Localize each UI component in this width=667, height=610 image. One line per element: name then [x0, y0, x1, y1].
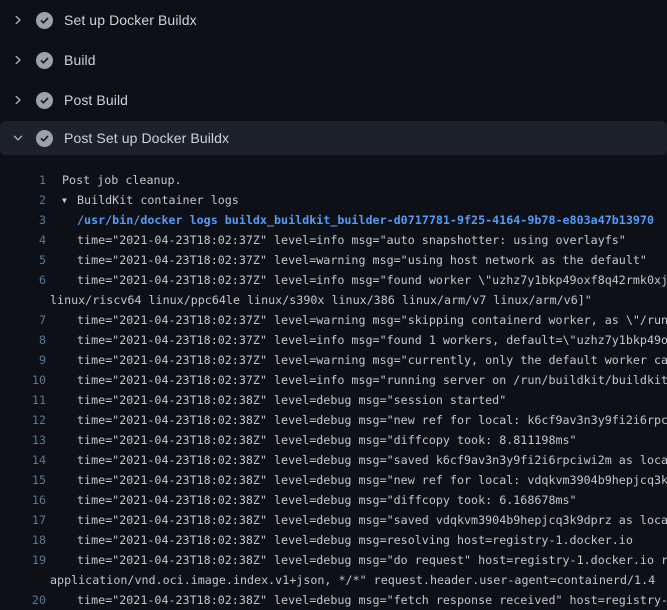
step-label: Build: [64, 52, 96, 68]
log-line: 2 ▼BuildKit container logs: [0, 190, 667, 210]
log-line-number[interactable]: 20: [0, 590, 46, 610]
log-line-text: time="2021-04-23T18:02:37Z" level=warnin…: [77, 310, 667, 330]
log-line-wrap: linux/riscv64 linux/ppc64le linux/s390x …: [0, 290, 667, 310]
log-line-number[interactable]: 13: [0, 430, 46, 450]
check-circle-icon: [36, 92, 53, 109]
log-line: 10 time="2021-04-23T18:02:37Z" level=info…: [0, 370, 667, 390]
log-line-number[interactable]: 19: [0, 550, 46, 570]
log-line: 12 time="2021-04-23T18:02:38Z" level=debu…: [0, 410, 667, 430]
check-circle-icon: [36, 52, 53, 69]
log-line-number[interactable]: 6: [0, 270, 46, 290]
log-line-text: /usr/bin/docker logs buildx_buildkit_bui…: [77, 210, 654, 230]
log-line-text: time="2021-04-23T18:02:37Z" level=info m…: [77, 270, 667, 290]
log-line: 4 time="2021-04-23T18:02:37Z" level=info …: [0, 230, 667, 250]
log-line: 3/usr/bin/docker logs buildx_buildkit_bu…: [0, 210, 667, 230]
step-row-build[interactable]: Build: [0, 40, 667, 80]
log-line-text: time="2021-04-23T18:02:38Z" level=debug …: [77, 410, 667, 430]
group-title: BuildKit container logs: [77, 193, 239, 207]
log-line-number[interactable]: 7: [0, 310, 46, 330]
log-line-text: time="2021-04-23T18:02:38Z" level=debug …: [77, 530, 633, 550]
log-line-number[interactable]: 10: [0, 370, 46, 390]
log-line-number[interactable]: 11: [0, 390, 46, 410]
log-line-text: time="2021-04-23T18:02:38Z" level=debug …: [77, 450, 667, 470]
log-line-text: time="2021-04-23T18:02:37Z" level=info m…: [77, 370, 667, 390]
log-line-number[interactable]: 3: [0, 210, 46, 230]
log-line: 19 time="2021-04-23T18:02:38Z" level=debu…: [0, 550, 667, 570]
log-line-number[interactable]: 5: [0, 250, 46, 270]
log-line-number[interactable]: 4: [0, 230, 46, 250]
log-line: 9 time="2021-04-23T18:02:37Z" level=warni…: [0, 350, 667, 370]
chevron-right-icon: [10, 12, 26, 28]
log-line-text: Post job cleanup.: [62, 170, 182, 190]
log-line-text: time="2021-04-23T18:02:37Z" level=info m…: [77, 330, 667, 350]
log-line: 16 time="2021-04-23T18:02:38Z" level=debu…: [0, 490, 667, 510]
log-line-text: time="2021-04-23T18:02:38Z" level=debug …: [77, 470, 667, 490]
log-line-number[interactable]: 9: [0, 350, 46, 370]
log-line-wrap: application/vnd.oci.image.index.v1+json,…: [0, 570, 667, 590]
step-label: Set up Docker Buildx: [64, 12, 197, 28]
log-line: 20 time="2021-04-23T18:02:38Z" level=debu…: [0, 590, 667, 610]
group-collapse-icon[interactable]: ▼: [62, 191, 77, 210]
log-line-text: time="2021-04-23T18:02:37Z" level=warnin…: [77, 250, 647, 270]
log-line: 17 time="2021-04-23T18:02:38Z" level=debu…: [0, 510, 667, 530]
log-line: 5 time="2021-04-23T18:02:37Z" level=warni…: [0, 250, 667, 270]
log-line-number[interactable]: 17: [0, 510, 46, 530]
log-line-text: time="2021-04-23T18:02:37Z" level=info m…: [77, 230, 626, 250]
log-line: 8 time="2021-04-23T18:02:37Z" level=info …: [0, 330, 667, 350]
log-line-number[interactable]: 16: [0, 490, 46, 510]
log-line-text: time="2021-04-23T18:02:37Z" level=warnin…: [77, 350, 667, 370]
log-line-number[interactable]: 15: [0, 470, 46, 490]
chevron-right-icon: [10, 92, 26, 108]
chevron-right-icon: [10, 52, 26, 68]
log-line: 7 time="2021-04-23T18:02:37Z" level=warni…: [0, 310, 667, 330]
chevron-down-icon: [10, 130, 26, 146]
log-line: 18 time="2021-04-23T18:02:38Z" level=debu…: [0, 530, 667, 550]
log-line-text: time="2021-04-23T18:02:38Z" level=debug …: [77, 590, 667, 610]
log-line: 14 time="2021-04-23T18:02:38Z" level=debu…: [0, 450, 667, 470]
log-line: 13 time="2021-04-23T18:02:38Z" level=debu…: [0, 430, 667, 450]
step-row-set-up-docker-buildx[interactable]: Set up Docker Buildx: [0, 0, 667, 40]
log-line-number[interactable]: 14: [0, 450, 46, 470]
log-line-number[interactable]: 8: [0, 330, 46, 350]
log-line-text: time="2021-04-23T18:02:38Z" level=debug …: [77, 490, 577, 510]
log-area: 1 Post job cleanup. 2 ▼BuildKit container l…: [0, 155, 667, 610]
log-line: 1 Post job cleanup.: [0, 170, 667, 190]
log-line-text: time="2021-04-23T18:02:38Z" level=debug …: [77, 510, 667, 530]
log-line-text: time="2021-04-23T18:02:38Z" level=debug …: [77, 390, 506, 410]
log-line-text: ▼BuildKit container logs: [62, 190, 239, 210]
log-line: 15 time="2021-04-23T18:02:38Z" level=debu…: [0, 470, 667, 490]
log-line-number[interactable]: 12: [0, 410, 46, 430]
check-circle-icon: [36, 12, 53, 29]
log-line-wrap-text: linux/riscv64 linux/ppc64le linux/s390x …: [0, 290, 592, 310]
step-label: Post Build: [64, 92, 128, 108]
step-row-post-build[interactable]: Post Build: [0, 80, 667, 120]
step-row-post-set-up-docker-buildx[interactable]: Post Set up Docker Buildx: [0, 121, 667, 155]
step-label: Post Set up Docker Buildx: [64, 130, 229, 146]
log-line: 11 time="2021-04-23T18:02:38Z" level=debu…: [0, 390, 667, 410]
log-line-text: time="2021-04-23T18:02:38Z" level=debug …: [77, 430, 577, 450]
log-line: 6 time="2021-04-23T18:02:37Z" level=info …: [0, 270, 667, 290]
log-line-wrap-text: application/vnd.oci.image.index.v1+json,…: [0, 570, 655, 590]
log-line-text: time="2021-04-23T18:02:38Z" level=debug …: [77, 550, 667, 570]
log-line-number[interactable]: 18: [0, 530, 46, 550]
log-line-number[interactable]: 1: [0, 170, 46, 190]
check-circle-icon: [36, 130, 53, 147]
log-line-number[interactable]: 2: [0, 190, 46, 210]
